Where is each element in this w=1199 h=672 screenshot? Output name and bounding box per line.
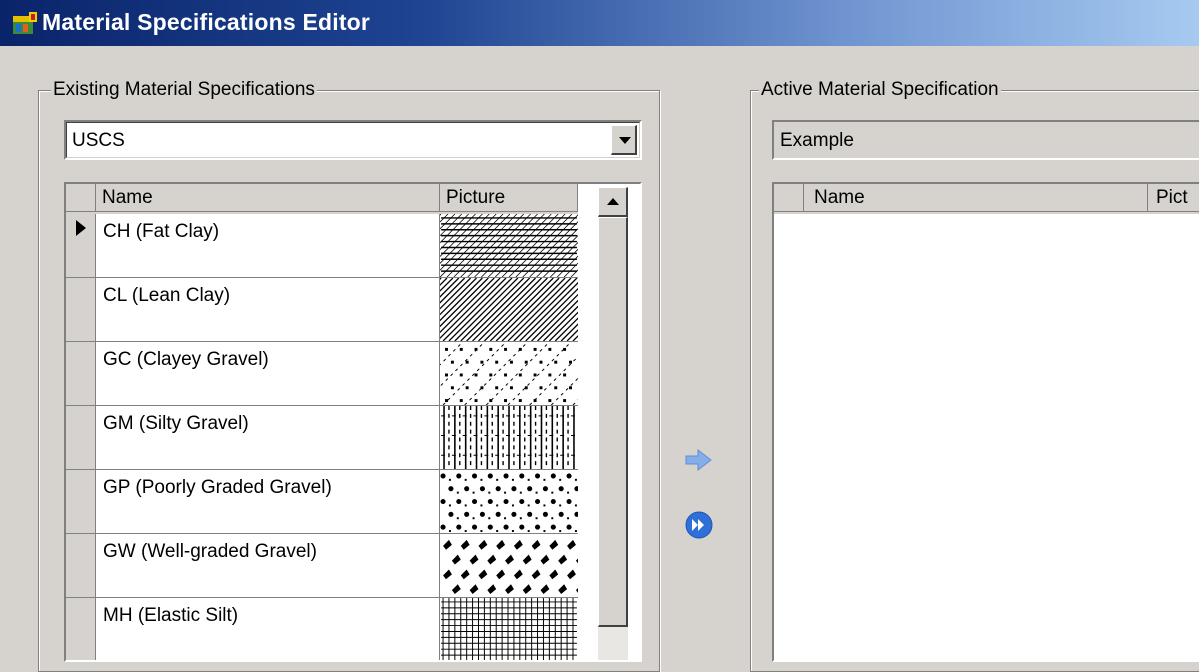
table-row[interactable]: CL (Lean Clay) xyxy=(66,278,578,342)
active-spec-name-field[interactable]: Example xyxy=(772,120,1199,160)
vertical-scrollbar[interactable] xyxy=(598,187,628,660)
row-picture-cell[interactable] xyxy=(440,406,578,470)
existing-specs-label: Existing Material Specifications xyxy=(51,78,317,102)
row-indicator[interactable] xyxy=(66,342,96,406)
table-row[interactable]: MH (Elastic Silt) xyxy=(66,598,578,660)
row-indicator[interactable] xyxy=(66,598,96,660)
diagonal-hatch-pattern xyxy=(440,278,578,341)
row-name-cell[interactable]: GP (Poorly Graded Gravel) xyxy=(96,470,440,534)
arrow-right-icon xyxy=(685,448,712,472)
grid-header: Name Picture xyxy=(66,184,578,214)
window-title: Material Specifications Editor xyxy=(42,9,371,35)
row-indicator[interactable] xyxy=(66,406,96,470)
row-name-cell[interactable]: GM (Silty Gravel) xyxy=(96,406,440,470)
existing-specs-grid[interactable]: Name Picture CH (Fat Clay) CL (Lean Clay)… xyxy=(64,182,642,662)
add-spec-button[interactable] xyxy=(684,447,714,473)
add-all-specs-button[interactable] xyxy=(684,510,714,540)
current-row-icon xyxy=(76,220,86,236)
row-name-cell[interactable]: MH (Elastic Silt) xyxy=(96,598,440,660)
active-spec-grid[interactable]: Name Pict xyxy=(772,182,1199,662)
table-row[interactable]: GW (Well-graded Gravel) xyxy=(66,534,578,598)
active-column-header-name[interactable]: Name xyxy=(804,184,1148,212)
row-picture-cell[interactable] xyxy=(440,598,578,660)
active-column-header-picture[interactable]: Pict xyxy=(1148,184,1199,212)
table-row[interactable]: GM (Silty Gravel) xyxy=(66,406,578,470)
scroll-up-icon xyxy=(607,198,619,205)
scattered-dots-pattern xyxy=(440,473,578,533)
active-header-row-indicator xyxy=(774,184,804,212)
scattered-blobs-pattern xyxy=(443,539,578,595)
row-picture-cell[interactable] xyxy=(440,470,578,534)
vertical-dashes-pattern xyxy=(441,406,577,469)
active-spec-name-value: Example xyxy=(780,130,854,151)
table-row[interactable]: GP (Poorly Graded Gravel) xyxy=(66,470,578,534)
row-name-cell[interactable]: CL (Lean Clay) xyxy=(96,278,440,342)
row-indicator[interactable] xyxy=(66,470,96,534)
table-row[interactable]: GC (Clayey Gravel) xyxy=(66,342,578,406)
column-header-name[interactable]: Name xyxy=(96,184,440,212)
header-row-indicator xyxy=(66,184,96,212)
scroll-thumb[interactable] xyxy=(598,217,628,627)
diagonal-dots-pattern xyxy=(440,342,578,405)
combo-dropdown-button[interactable] xyxy=(611,125,637,155)
chevron-down-icon xyxy=(619,137,631,144)
active-spec-label: Active Material Specification xyxy=(759,78,1001,102)
row-picture-cell[interactable] xyxy=(440,214,578,278)
column-header-picture[interactable]: Picture xyxy=(440,184,578,212)
table-row[interactable]: CH (Fat Clay) xyxy=(66,214,578,278)
row-name-cell[interactable]: GW (Well-graded Gravel) xyxy=(96,534,440,598)
row-picture-cell[interactable] xyxy=(440,278,578,342)
row-picture-cell[interactable] xyxy=(440,534,578,598)
row-indicator[interactable] xyxy=(66,278,96,342)
spec-combo[interactable]: USCS xyxy=(64,120,642,160)
row-picture-cell[interactable] xyxy=(440,342,578,406)
row-name-cell[interactable]: CH (Fat Clay) xyxy=(96,214,440,278)
title-bar[interactable]: Material Specifications Editor xyxy=(0,0,1199,46)
row-name-cell[interactable]: GC (Clayey Gravel) xyxy=(96,342,440,406)
row-indicator[interactable] xyxy=(66,534,96,598)
scroll-up-button[interactable] xyxy=(598,187,628,217)
spec-combo-value: USCS xyxy=(72,130,125,151)
grid-pattern xyxy=(441,598,577,660)
horizontal-hatch-pattern xyxy=(440,214,578,277)
active-grid-header: Name Pict xyxy=(774,184,1199,214)
row-indicator[interactable] xyxy=(66,214,96,278)
app-icon xyxy=(13,12,37,34)
